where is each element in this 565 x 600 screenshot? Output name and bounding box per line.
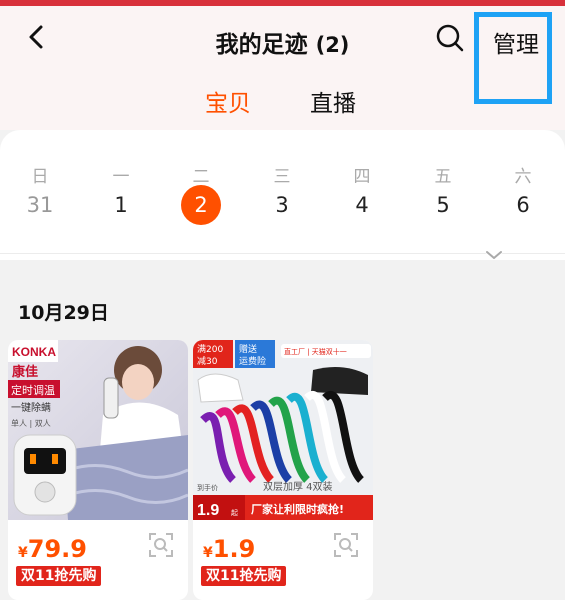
calendar-date-6[interactable]: 6 — [503, 192, 543, 218]
history-count: (2) — [315, 33, 350, 57]
product-card[interactable]: 满200 减30 赠送 运费险 直工厂 | 天猫双十一 双层加厚 4双装 到手价… — [193, 340, 373, 600]
svg-text:起: 起 — [231, 509, 238, 517]
svg-text:运费险: 运费险 — [239, 355, 266, 367]
chevron-down-icon[interactable] — [480, 246, 508, 264]
weekday-sat: 六 — [514, 167, 532, 187]
calendar-date-3[interactable]: 3 — [262, 192, 302, 218]
calendar-date-5[interactable]: 5 — [423, 192, 463, 218]
weekday-mon: 一 — [112, 167, 130, 187]
svg-text:双层加厚 4双装: 双层加厚 4双装 — [263, 480, 333, 493]
calendar-date-2-selected[interactable]: 2 — [181, 192, 221, 218]
weekday-thu: 四 — [353, 167, 371, 187]
svg-text:直工厂 | 天猫双十一: 直工厂 | 天猫双十一 — [284, 347, 347, 356]
calendar-date-31[interactable]: 31 — [20, 192, 60, 218]
product-price: ¥1.9 — [203, 535, 256, 563]
search-icon[interactable] — [434, 22, 466, 54]
calendar-date-4[interactable]: 4 — [342, 192, 382, 218]
selection-highlight-box — [474, 12, 552, 104]
page-title-text: 我的足迹 — [215, 32, 308, 58]
svg-text:到手价: 到手价 — [197, 483, 218, 492]
svg-text:单人 | 双人: 单人 | 双人 — [11, 418, 51, 428]
svg-text:满200: 满200 — [197, 344, 223, 355]
svg-text:定时调温: 定时调温 — [11, 383, 55, 397]
svg-text:1.9: 1.9 — [197, 502, 219, 519]
svg-text:厂家让利限时疯抢!: 厂家让利限时疯抢! — [251, 502, 344, 516]
svg-text:康佳: 康佳 — [12, 364, 38, 380]
svg-text:一键除螨: 一键除螨 — [11, 401, 51, 414]
product-price: ¥79.9 — [18, 535, 87, 563]
status-strip — [0, 0, 565, 6]
weekday-fri: 五 — [434, 167, 452, 187]
product-image-shoelaces[interactable]: 满200 减30 赠送 运费险 直工厂 | 天猫双十一 双层加厚 4双装 到手价… — [193, 340, 373, 520]
weekday-sun: 日 — [31, 167, 49, 187]
svg-text:减30: 减30 — [197, 355, 218, 367]
tab-items[interactable]: 宝贝 — [205, 84, 251, 118]
calendar-date-1[interactable]: 1 — [101, 192, 141, 218]
promo-tag: 双11抢先购 — [201, 566, 287, 586]
svg-text:KONKA: KONKA — [12, 345, 56, 359]
svg-text:赠送: 赠送 — [239, 343, 257, 355]
section-date: 10月29日 — [18, 302, 109, 324]
weekday-tue: 二 — [192, 167, 210, 187]
find-similar-scan-icon[interactable] — [333, 532, 359, 558]
promo-tag: 双11抢先购 — [16, 566, 102, 586]
weekday-wed: 三 — [273, 167, 291, 187]
tab-live[interactable]: 直播 — [310, 84, 356, 118]
find-similar-scan-icon[interactable] — [148, 532, 174, 558]
product-image-electric-blanket[interactable]: KONKA 康佳 定时调温 一键除螨 单人 | 双人 — [8, 340, 188, 520]
product-card[interactable]: KONKA 康佳 定时调温 一键除螨 单人 | 双人 ¥79.9 双11抢先购 — [8, 340, 188, 600]
